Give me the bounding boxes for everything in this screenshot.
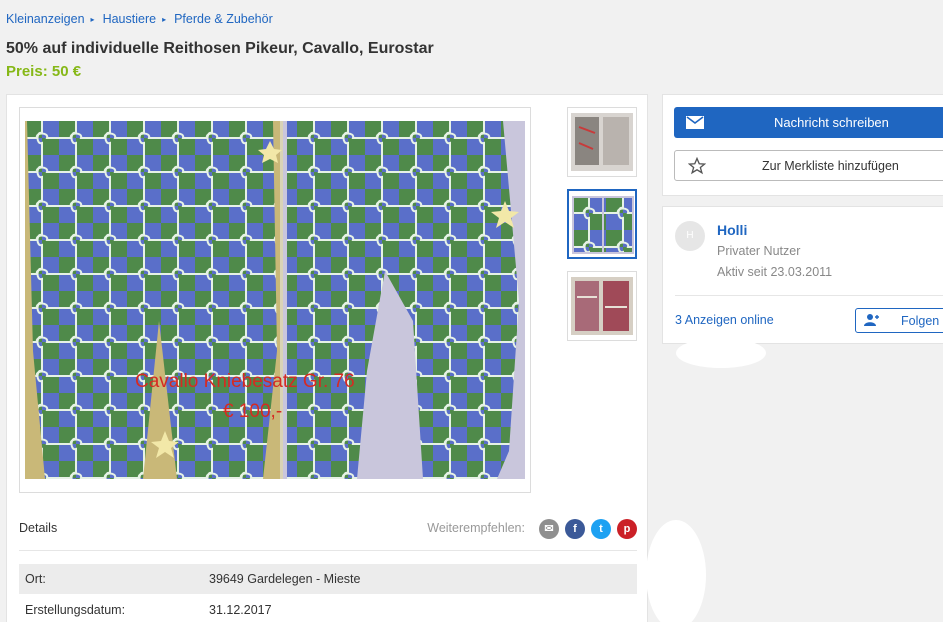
star-icon [688, 157, 706, 175]
blurred-overlay [646, 520, 706, 622]
seller-active-since: Aktiv seit 23.03.2011 [717, 265, 833, 279]
details-label: Details [19, 521, 58, 535]
thumbnail-2-image [572, 196, 634, 254]
seller-type: Privater Nutzer [717, 244, 801, 258]
details-header: Details Weiterempfehlen: ✉ f t p [19, 513, 637, 551]
info-row-location: Ort: 39649 Gardelegen - Mieste [19, 564, 637, 594]
info-row-created-date: Erstellungsdatum: 31.12.2017 [19, 595, 637, 622]
thumbnail-1-image [571, 113, 633, 171]
info-key-created-date: Erstellungsdatum: [25, 603, 126, 617]
breadcrumb-item-kleinanzeigen[interactable]: Kleinanzeigen [6, 12, 85, 26]
image-overlay-text-model: Cavallo Kniebesatz Gr. 76 [135, 371, 355, 392]
twitter-icon[interactable]: t [591, 519, 611, 539]
seller-name[interactable]: Holli [717, 222, 747, 238]
breadcrumb-item-haustiere[interactable]: Haustiere [103, 12, 157, 26]
facebook-icon[interactable]: f [565, 519, 585, 539]
follow-button[interactable]: Folgen [855, 308, 943, 333]
blurred-overlay [676, 338, 766, 368]
divider [675, 295, 943, 296]
ads-online-link[interactable]: 3 Anzeigen online [675, 313, 774, 327]
share-label: Weiterempfehlen: [427, 521, 525, 535]
info-key-location: Ort: [25, 572, 46, 586]
envelope-icon [686, 116, 704, 129]
add-to-watchlist-button[interactable]: Zur Merkliste hinzufügen [674, 150, 943, 181]
listing-price: Preis: 50 € [6, 63, 82, 80]
thumbnail-1[interactable] [567, 107, 637, 177]
listing-title: 50% auf individuelle Reithosen Pikeur, C… [6, 40, 434, 57]
main-image-frame[interactable]: Cavallo Kniebesatz Gr. 76 € 100,- [19, 107, 531, 493]
add-user-icon [864, 314, 879, 326]
pinterest-icon[interactable]: p [617, 519, 637, 539]
avatar: H [675, 221, 705, 251]
breadcrumb-item-pferde-zubehoer[interactable]: Pferde & Zubehör [174, 12, 273, 26]
thumbnail-3[interactable] [567, 271, 637, 341]
send-message-button[interactable]: Nachricht schreiben [674, 107, 943, 138]
email-share-icon[interactable]: ✉ [539, 519, 559, 539]
listing-main-card: Cavallo Kniebesatz Gr. 76 € 100,- Detail… [6, 94, 648, 622]
seller-card: H Holli Privater Nutzer Aktiv seit 23.03… [662, 206, 943, 344]
info-value-location: 39649 Gardelegen - Mieste [209, 572, 361, 586]
send-message-label: Nachricht schreiben [774, 115, 889, 130]
action-card: Nachricht schreiben Zur Merkliste hinzuf… [662, 94, 943, 196]
breadcrumb-separator-icon: ▸ [90, 14, 95, 24]
breadcrumb: Kleinanzeigen ▸ Haustiere ▸ Pferde & Zub… [6, 12, 273, 26]
thumbnail-2[interactable] [567, 189, 637, 259]
follow-label: Folgen [901, 314, 940, 328]
thumbnail-3-image [571, 277, 633, 335]
image-overlay-text-price: € 100,- [223, 401, 282, 422]
main-product-image[interactable]: Cavallo Kniebesatz Gr. 76 € 100,- [25, 121, 525, 479]
breadcrumb-separator-icon: ▸ [162, 14, 167, 24]
info-value-created-date: 31.12.2017 [209, 603, 272, 617]
add-to-watchlist-label: Zur Merkliste hinzufügen [762, 159, 899, 173]
